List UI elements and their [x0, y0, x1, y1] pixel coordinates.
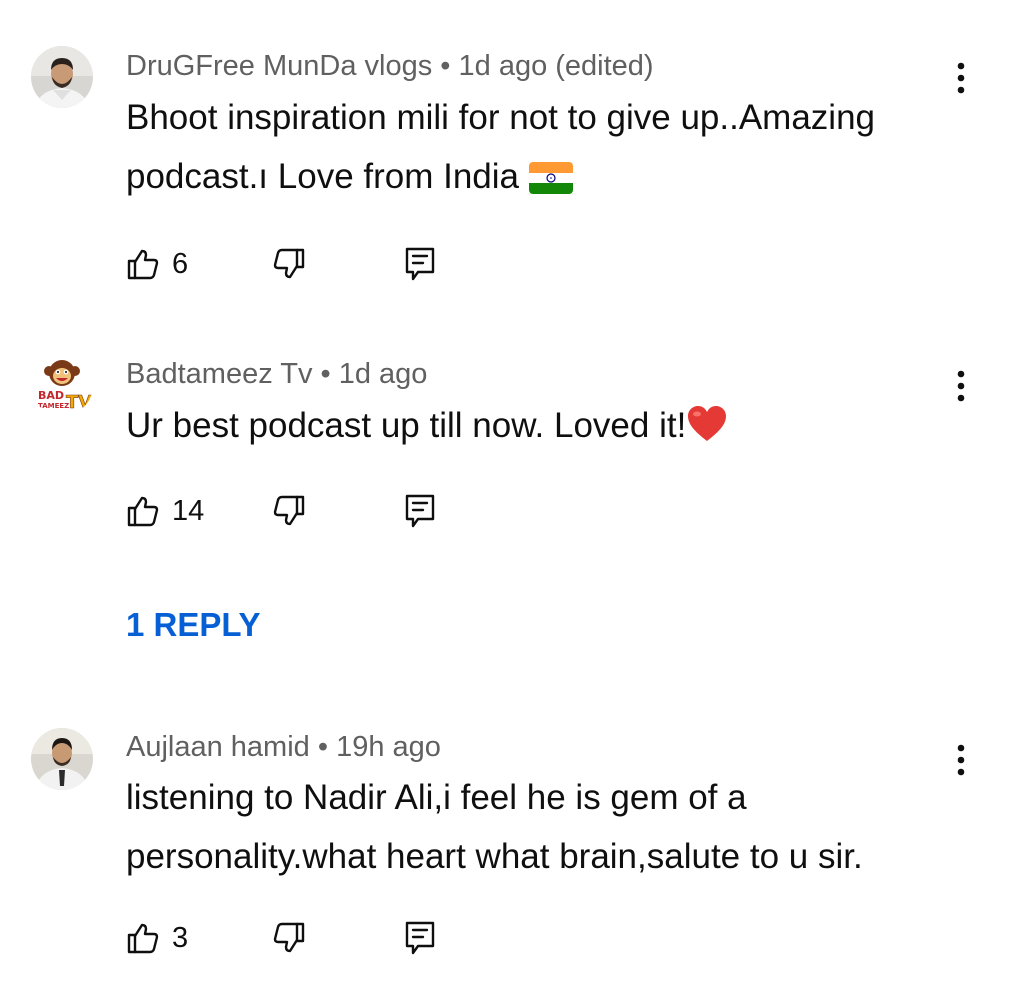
- thumbs-down-icon: [273, 922, 305, 953]
- red-heart-emoji: [686, 402, 728, 461]
- vertical-dots-icon: [957, 370, 965, 402]
- like-button[interactable]: 3: [126, 916, 188, 960]
- more-options-button[interactable]: [945, 56, 977, 100]
- author-name[interactable]: Badtameez Tv: [126, 358, 312, 390]
- dislike-button[interactable]: [272, 489, 306, 533]
- comment-text-fragment: podcast.ı Love from India: [126, 157, 519, 196]
- like-button[interactable]: 14: [126, 489, 204, 533]
- comment-time: 1d ago (edited): [458, 50, 654, 82]
- comment-actions: 6: [126, 242, 526, 286]
- like-count: 14: [172, 494, 205, 527]
- avatar[interactable]: [31, 46, 93, 108]
- like-count: 3: [172, 921, 189, 954]
- comment-text-fragment: Ur best podcast up till now. Loved it!: [126, 406, 687, 445]
- comment-actions: 14: [126, 489, 526, 533]
- comment-meta: Aujlaan hamid • 19h ago: [126, 731, 441, 764]
- meta-separator: •: [312, 358, 339, 390]
- meta-separator: •: [432, 50, 459, 82]
- like-count: 6: [172, 247, 189, 280]
- comment-text: Bhoot inspiration mili for not to give u…: [126, 88, 936, 212]
- comment-text-line: Ur best podcast up till now. Loved it!: [126, 396, 936, 461]
- vertical-dots-icon: [957, 744, 965, 776]
- avatar[interactable]: [31, 728, 93, 790]
- reply-button[interactable]: [404, 242, 436, 286]
- comment-item: Aujlaan hamid • 19h ago listening to Nad…: [0, 680, 1024, 1006]
- like-button[interactable]: 6: [126, 242, 188, 286]
- comment-meta: DruGFree MunDa vlogs • 1d ago (edited): [126, 50, 654, 83]
- more-options-button[interactable]: [945, 364, 977, 408]
- view-replies-button[interactable]: 1 REPLY: [126, 606, 261, 644]
- reply-icon: [405, 247, 435, 281]
- avatar[interactable]: BAD TAMEEZ TV: [31, 354, 93, 416]
- comment-text-line: podcast.ı Love from India: [126, 147, 936, 212]
- comment-text: listening to Nadir Ali,i feel he is gem …: [126, 768, 936, 886]
- comment-item: DruGFree MunDa vlogs • 1d ago (edited) B…: [0, 0, 1024, 300]
- comment-meta: Badtameez Tv • 1d ago: [126, 358, 427, 391]
- thumbs-down-icon: [273, 495, 305, 526]
- thumbs-up-icon: [127, 249, 159, 280]
- author-name[interactable]: DruGFree MunDa vlogs: [126, 50, 432, 82]
- author-name[interactable]: Aujlaan hamid: [126, 731, 310, 763]
- india-flag-emoji: [528, 153, 573, 212]
- comment-actions: 3: [126, 916, 526, 960]
- comment-text-line: listening to Nadir Ali,i feel he is gem …: [126, 778, 747, 817]
- reply-icon: [405, 494, 435, 528]
- comment-text-line: Bhoot inspiration mili for not to give u…: [126, 98, 875, 137]
- dislike-button[interactable]: [272, 916, 306, 960]
- meta-separator: •: [309, 731, 337, 763]
- comment-text-line: personality.what heart what brain,salute…: [126, 837, 863, 876]
- comment-text: Ur best podcast up till now. Loved it!: [126, 396, 936, 461]
- comment-time: 1d ago: [338, 358, 428, 390]
- reply-button[interactable]: [404, 916, 436, 960]
- avatar-logo-text: BAD: [38, 389, 64, 402]
- thumbs-up-icon: [127, 923, 159, 954]
- avatar-logo-text: TV: [66, 392, 92, 413]
- reply-button[interactable]: [404, 489, 436, 533]
- avatar-logo-text: TAMEEZ: [38, 402, 69, 410]
- thumbs-down-icon: [273, 248, 305, 279]
- comment-item: BAD TAMEEZ TV Badtameez Tv • 1d ago Ur b…: [0, 300, 1024, 680]
- more-options-button[interactable]: [945, 738, 977, 782]
- comment-time: 19h ago: [336, 731, 441, 763]
- dislike-button[interactable]: [272, 242, 306, 286]
- thumbs-up-icon: [127, 496, 159, 527]
- reply-icon: [405, 921, 435, 955]
- vertical-dots-icon: [957, 62, 965, 94]
